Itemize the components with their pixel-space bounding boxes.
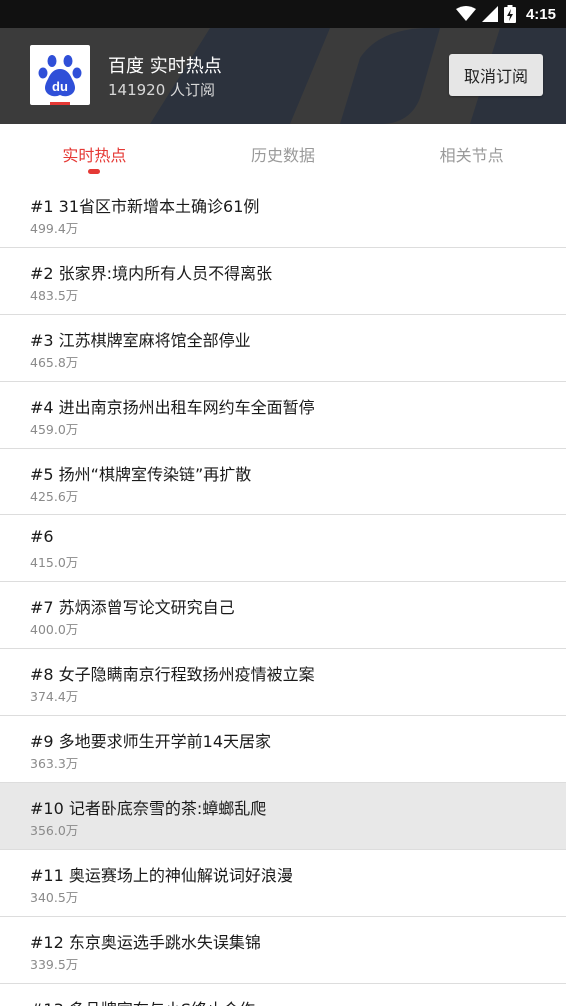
item-title: #6 bbox=[30, 527, 54, 547]
tab-realtime-hotspots[interactable]: 实时热点 bbox=[0, 124, 189, 182]
list-item[interactable]: #9 多地要求师生开学前14天居家 363.3万 bbox=[0, 716, 566, 784]
item-title: #4 进出南京扬州出租车网约车全面暂停 bbox=[30, 397, 315, 417]
item-title: #11 奥运赛场上的神仙解说词好浪漫 bbox=[30, 865, 293, 885]
battery-icon bbox=[503, 5, 516, 23]
item-title: #3 江苏棋牌室麻将馆全部停业 bbox=[30, 330, 251, 350]
list-item[interactable]: #5 扬州“棋牌室传染链”再扩散 425.6万 bbox=[0, 448, 566, 516]
item-title: #10 记者卧底奈雪的茶:蟑螂乱爬 bbox=[30, 799, 267, 819]
item-count: 374.4万 bbox=[30, 689, 79, 705]
subscriber-count: 141920 人订阅 bbox=[108, 81, 216, 99]
item-title: #13 多品牌宣布与小S终止合作 bbox=[30, 996, 255, 1006]
item-count: 415.0万 bbox=[30, 555, 79, 571]
channel-title: 百度 实时热点 bbox=[108, 56, 222, 77]
paw-icon: du bbox=[38, 55, 82, 97]
wifi-icon bbox=[455, 6, 476, 21]
signal-icon bbox=[481, 6, 498, 22]
status-bar: 4:15 bbox=[0, 0, 566, 28]
list-item[interactable]: #11 奥运赛场上的神仙解说词好浪漫 340.5万 bbox=[0, 849, 566, 917]
item-count: 363.3万 bbox=[30, 756, 79, 772]
list-item[interactable]: #13 多品牌宣布与小S终止合作 bbox=[0, 983, 566, 1006]
logo-accent-bar bbox=[50, 102, 70, 105]
list-item-highlighted[interactable]: #10 记者卧底奈雪的茶:蟑螂乱爬 356.0万 bbox=[0, 783, 566, 850]
item-count: 339.5万 bbox=[30, 956, 79, 972]
item-title: #1 31省区市新增本土确诊61例 bbox=[30, 197, 260, 216]
list-item[interactable]: #12 东京奥运选手跳水失误集锦 339.5万 bbox=[0, 916, 566, 984]
list-item[interactable]: #7 苏炳添曾写论文研究自己 400.0万 bbox=[0, 582, 566, 650]
item-count: 425.6万 bbox=[30, 488, 79, 504]
list-item[interactable]: #4 进出南京扬州出租车网约车全面暂停 459.0万 bbox=[0, 381, 566, 449]
tab-label: 历史数据 bbox=[251, 146, 316, 165]
baidu-logo: du bbox=[30, 45, 90, 105]
item-count: 483.5万 bbox=[30, 287, 79, 303]
tab-history-data[interactable]: 历史数据 bbox=[189, 124, 378, 182]
item-title: #7 苏炳添曾写论文研究自己 bbox=[30, 598, 235, 618]
status-time: 4:15 bbox=[525, 5, 556, 23]
tab-related-nodes[interactable]: 相关节点 bbox=[377, 124, 566, 182]
active-tab-indicator bbox=[88, 169, 101, 174]
list-item[interactable]: #8 女子隐瞒南京行程致扬州疫情被立案 374.4万 bbox=[0, 649, 566, 717]
item-count: 499.4万 bbox=[30, 221, 79, 236]
item-title: #2 张家界:境内所有人员不得离张 bbox=[30, 263, 273, 283]
channel-header: du 百度 实时热点 141920 人订阅 取消订阅 bbox=[0, 28, 566, 124]
item-count: 400.0万 bbox=[30, 622, 79, 638]
hotspot-list: #1 31省区市新增本土确诊61例 499.4万 #2 张家界:境内所有人员不得… bbox=[0, 181, 566, 1006]
item-title: #5 扬州“棋牌室传染链”再扩散 bbox=[30, 464, 252, 484]
item-title: #8 女子隐瞒南京行程致扬州疫情被立案 bbox=[30, 665, 315, 685]
item-title: #12 东京奥运选手跳水失误集锦 bbox=[30, 932, 261, 952]
list-item[interactable]: #2 张家界:境内所有人员不得离张 483.5万 bbox=[0, 247, 566, 315]
tab-bar: 实时热点 历史数据 相关节点 bbox=[0, 124, 566, 182]
item-count: 465.8万 bbox=[30, 354, 79, 370]
item-count: 459.0万 bbox=[30, 421, 79, 437]
list-item[interactable]: #1 31省区市新增本土确诊61例 499.4万 bbox=[0, 181, 566, 248]
list-item[interactable]: #3 江苏棋牌室麻将馆全部停业 465.8万 bbox=[0, 314, 566, 382]
item-count: 340.5万 bbox=[30, 889, 79, 905]
item-count: 356.0万 bbox=[30, 823, 79, 839]
tab-label: 实时热点 bbox=[62, 146, 127, 165]
tab-label: 相关节点 bbox=[439, 146, 504, 165]
list-item[interactable]: #6 415.0万 bbox=[0, 515, 566, 583]
item-title: #9 多地要求师生开学前14天居家 bbox=[30, 732, 272, 752]
unsubscribe-button[interactable]: 取消订阅 bbox=[449, 54, 543, 96]
svg-text:du: du bbox=[52, 79, 68, 94]
